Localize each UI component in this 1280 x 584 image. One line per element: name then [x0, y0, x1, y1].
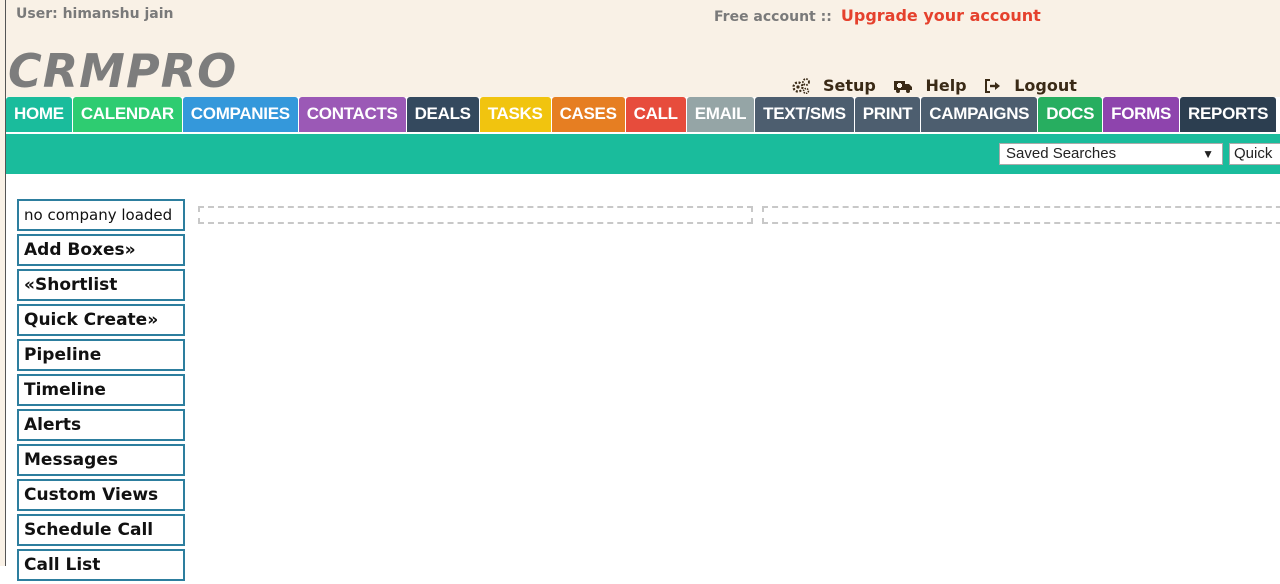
account-status: Free account :: Upgrade your account: [714, 6, 1041, 25]
sidebar-item-add-boxes[interactable]: Add Boxes»: [17, 234, 185, 266]
nav-tab-contacts[interactable]: CONTACTS: [298, 97, 406, 132]
free-account-label: Free account ::: [714, 9, 832, 25]
nav-tab-docs[interactable]: DOCS: [1038, 97, 1103, 132]
nav-tab-print[interactable]: PRINT: [854, 97, 921, 132]
user-label: User: himanshu jain: [16, 6, 174, 22]
logout-label: Logout: [1014, 76, 1077, 95]
sidebar-item-timeline[interactable]: Timeline: [17, 374, 185, 406]
main-nav: HOME CALENDAR COMPANIES CONTACTS DEALS TASKS C…: [6, 97, 1280, 133]
nav-tab-text-sms[interactable]: TEXT/SMS: [755, 97, 854, 132]
sidebar-item-schedule-call[interactable]: Schedule Call: [17, 514, 185, 546]
crmpro-logo: CRMPRO: [8, 44, 238, 98]
quick-search-input[interactable]: Quick: [1229, 143, 1280, 165]
sidebar-item-call-list[interactable]: Call List: [17, 549, 185, 581]
nav-tab-campaigns[interactable]: CAMPAIGNS: [921, 97, 1038, 132]
upgrade-account-link[interactable]: Upgrade your account: [841, 6, 1041, 25]
sidebar-item-messages[interactable]: Messages: [17, 444, 185, 476]
ambulance-icon: [894, 80, 913, 93]
help-link[interactable]: Help: [893, 76, 967, 95]
help-label: Help: [925, 76, 967, 95]
nav-tab-cases[interactable]: CASES: [551, 97, 625, 132]
search-bar: Saved Searches ▼ Quick: [6, 134, 1280, 174]
company-status-box: no company loaded: [17, 199, 185, 231]
nav-tab-call[interactable]: CALL: [625, 97, 686, 132]
saved-searches-select[interactable]: Saved Searches ▼: [999, 143, 1223, 165]
sidebar-item-alerts[interactable]: Alerts: [17, 409, 185, 441]
logout-link[interactable]: Logout: [984, 76, 1077, 95]
nav-tab-reports[interactable]: REPORTS: [1180, 97, 1277, 132]
dashboard-drop-zone-right[interactable]: [762, 206, 1280, 224]
nav-tab-email[interactable]: EMAIL: [686, 97, 755, 132]
nav-tab-tasks[interactable]: TASKS: [479, 97, 551, 132]
sidebar-item-custom-views[interactable]: Custom Views: [17, 479, 185, 511]
nav-tab-calendar[interactable]: CALENDAR: [72, 97, 182, 132]
top-links: Setup Help Logout: [791, 76, 1089, 98]
nav-tab-companies[interactable]: COMPANIES: [182, 97, 298, 132]
sidebar-item-quick-create[interactable]: Quick Create»: [17, 304, 185, 336]
saved-searches-value: Saved Searches: [1006, 145, 1117, 162]
nav-tab-deals[interactable]: DEALS: [406, 97, 479, 132]
nav-tab-home[interactable]: HOME: [6, 97, 72, 132]
gears-icon: [792, 77, 810, 94]
page-header: User: himanshu jain Free account :: Upgr…: [6, 0, 1280, 98]
setup-link[interactable]: Setup: [791, 76, 876, 95]
sidebar-item-pipeline[interactable]: Pipeline: [17, 339, 185, 371]
dashboard-drop-zone-left[interactable]: [198, 206, 753, 224]
nav-tab-forms[interactable]: FORMS: [1103, 97, 1180, 132]
setup-label: Setup: [823, 76, 876, 95]
left-sidebar: no company loaded Add Boxes» «Shortlist Qu…: [17, 199, 185, 584]
sign-out-icon: [985, 78, 1001, 93]
dropdown-arrow-icon: ▼: [1202, 147, 1214, 161]
sidebar-item-shortlist[interactable]: «Shortlist: [17, 269, 185, 301]
